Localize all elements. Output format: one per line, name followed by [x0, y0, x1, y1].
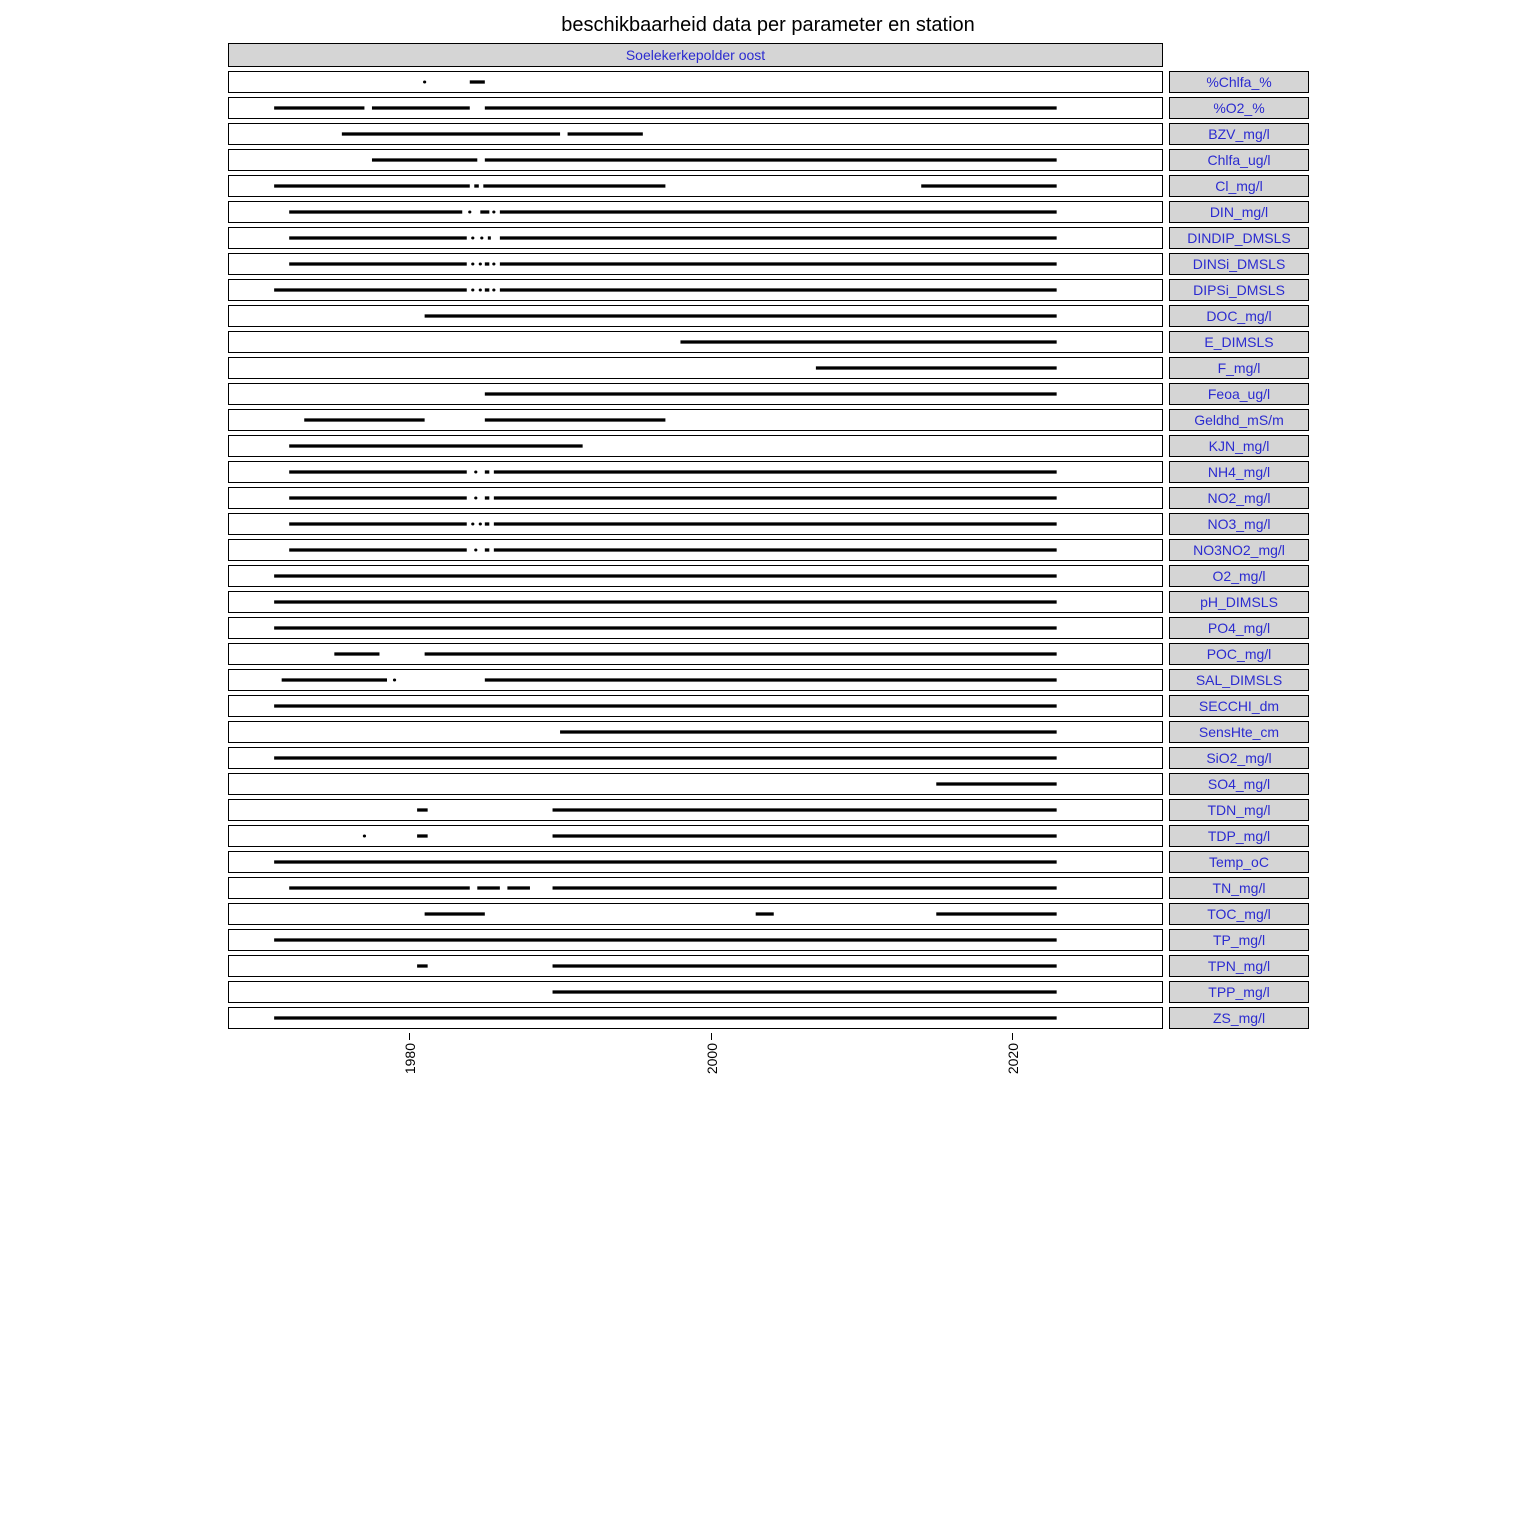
param-strip: %Chlfa_%: [1169, 71, 1309, 93]
param-strip: POC_mg/l: [1169, 643, 1309, 665]
param-strip: O2_mg/l: [1169, 565, 1309, 587]
panel-NO3NO2-mg-l: [228, 539, 1163, 561]
panel-PO4-mg-l: [228, 617, 1163, 639]
param-strip: TOC_mg/l: [1169, 903, 1309, 925]
panel-Temp-oC: [228, 851, 1163, 873]
param-strip: E_DIMSLS: [1169, 331, 1309, 353]
panel-E-DIMSLS: [228, 331, 1163, 353]
param-strip: TP_mg/l: [1169, 929, 1309, 951]
param-strip: DIN_mg/l: [1169, 201, 1309, 223]
panel-O2-mg-l: [228, 565, 1163, 587]
param-strip: TN_mg/l: [1169, 877, 1309, 899]
panel-pH-DIMSLS: [228, 591, 1163, 613]
param-strip: NH4_mg/l: [1169, 461, 1309, 483]
param-strip: NO2_mg/l: [1169, 487, 1309, 509]
param-strip: SO4_mg/l: [1169, 773, 1309, 795]
panel-TOC-mg-l: [228, 903, 1163, 925]
panel-TN-mg-l: [228, 877, 1163, 899]
panel-SiO2-mg-l: [228, 747, 1163, 769]
panel-Cl-mg-l: [228, 175, 1163, 197]
panel-Feoa-ug-l: [228, 383, 1163, 405]
param-strip: BZV_mg/l: [1169, 123, 1309, 145]
param-strip: SensHte_cm: [1169, 721, 1309, 743]
x-tick-label: 2020: [1005, 1043, 1021, 1074]
param-strip: PO4_mg/l: [1169, 617, 1309, 639]
panel-SAL-DIMSLS: [228, 669, 1163, 691]
panel-DINSi-DMSLS: [228, 253, 1163, 275]
param-strip: KJN_mg/l: [1169, 435, 1309, 457]
panel-Geldhd-mS-m: [228, 409, 1163, 431]
param-strip: NO3NO2_mg/l: [1169, 539, 1309, 561]
panel-DIPSi-DMSLS: [228, 279, 1163, 301]
param-strip: DOC_mg/l: [1169, 305, 1309, 327]
panel-DINDIP-DMSLS: [228, 227, 1163, 249]
x-axis: 1980 2000 2020: [228, 1033, 1163, 1093]
param-strip: %O2_%: [1169, 97, 1309, 119]
panel-NO3-mg-l: [228, 513, 1163, 535]
panel-TPP-mg-l: [228, 981, 1163, 1003]
param-strip: TPP_mg/l: [1169, 981, 1309, 1003]
panel--Chlfa-: [228, 71, 1163, 93]
param-strip: DINDIP_DMSLS: [1169, 227, 1309, 249]
x-tick-label: 1980: [402, 1043, 418, 1074]
panel-TDN-mg-l: [228, 799, 1163, 821]
param-strip: Feoa_ug/l: [1169, 383, 1309, 405]
panel-DOC-mg-l: [228, 305, 1163, 327]
param-strip: Chlfa_ug/l: [1169, 149, 1309, 171]
param-strip: F_mg/l: [1169, 357, 1309, 379]
param-strip: SAL_DIMSLS: [1169, 669, 1309, 691]
panel-NH4-mg-l: [228, 461, 1163, 483]
panel-F-mg-l: [228, 357, 1163, 379]
panel-Chlfa-ug-l: [228, 149, 1163, 171]
station-strip: Soelekerkepolder oost: [228, 43, 1163, 67]
param-strip: DIPSi_DMSLS: [1169, 279, 1309, 301]
x-tick-label: 2000: [704, 1043, 720, 1074]
panel-TP-mg-l: [228, 929, 1163, 951]
param-strip: pH_DIMSLS: [1169, 591, 1309, 613]
panel-TDP-mg-l: [228, 825, 1163, 847]
param-strip: TDP_mg/l: [1169, 825, 1309, 847]
param-strip: Temp_oC: [1169, 851, 1309, 873]
chart-title: beschikbaarheid data per parameter en st…: [228, 14, 1308, 37]
param-strip: TDN_mg/l: [1169, 799, 1309, 821]
panel-SO4-mg-l: [228, 773, 1163, 795]
panel-NO2-mg-l: [228, 487, 1163, 509]
param-strip: NO3_mg/l: [1169, 513, 1309, 535]
param-strip: TPN_mg/l: [1169, 955, 1309, 977]
param-strip: ZS_mg/l: [1169, 1007, 1309, 1029]
panel-TPN-mg-l: [228, 955, 1163, 977]
panel-SensHte-cm: [228, 721, 1163, 743]
panel-BZV-mg-l: [228, 123, 1163, 145]
panel-ZS-mg-l: [228, 1007, 1163, 1029]
panel-KJN-mg-l: [228, 435, 1163, 457]
param-strip: SECCHI_dm: [1169, 695, 1309, 717]
panel-SECCHI-dm: [228, 695, 1163, 717]
param-strip: Cl_mg/l: [1169, 175, 1309, 197]
param-strip: DINSi_DMSLS: [1169, 253, 1309, 275]
panel-DIN-mg-l: [228, 201, 1163, 223]
param-strip: SiO2_mg/l: [1169, 747, 1309, 769]
panel-POC-mg-l: [228, 643, 1163, 665]
panel--O2-: [228, 97, 1163, 119]
param-strip: Geldhd_mS/m: [1169, 409, 1309, 431]
